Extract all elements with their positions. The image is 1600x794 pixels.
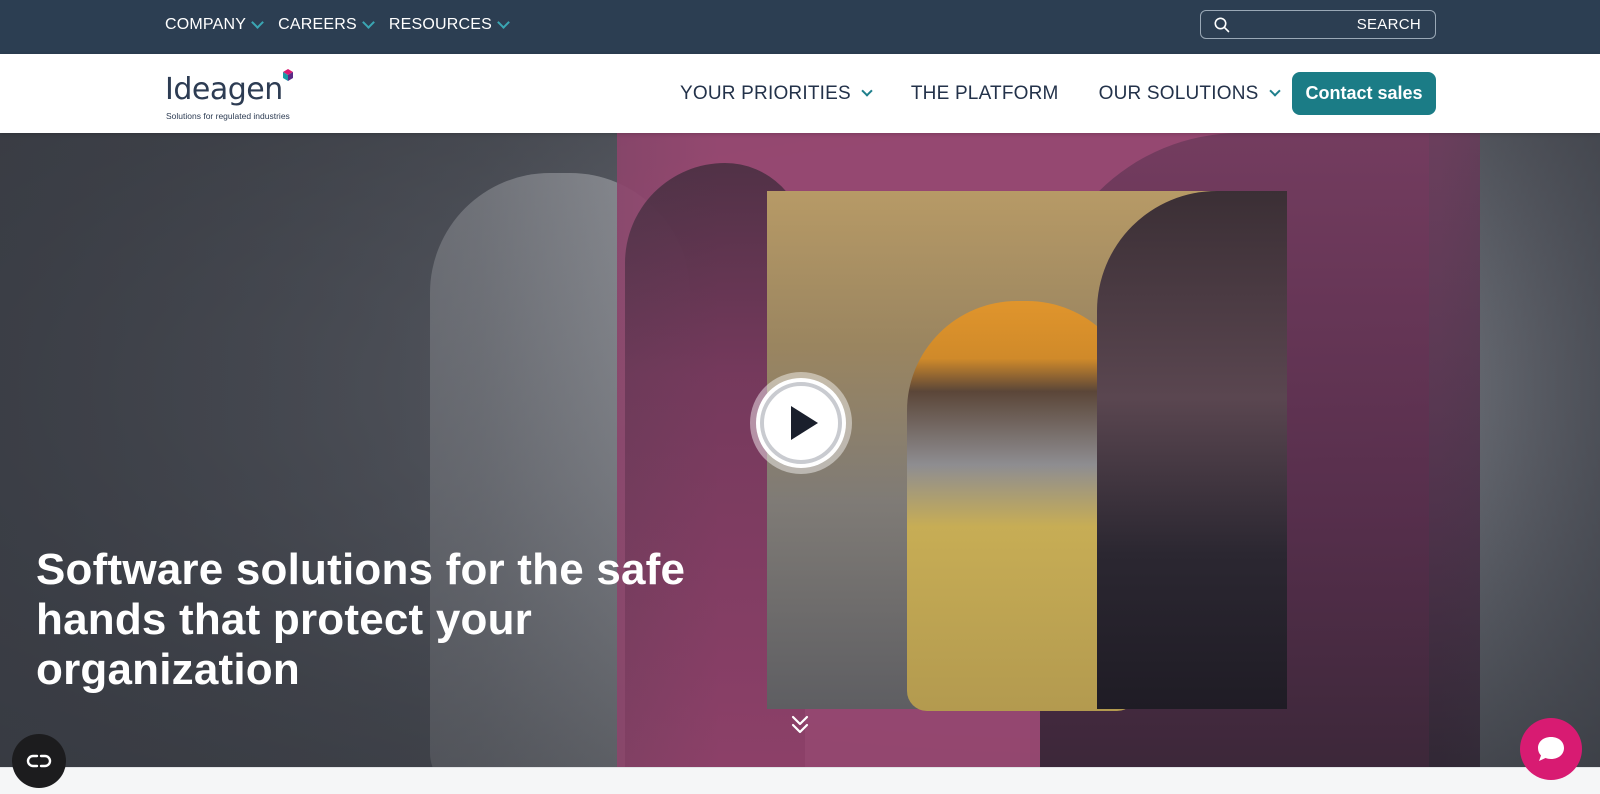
nav-item-label: YOUR PRIORITIES (680, 82, 851, 104)
topbar-nav: COMPANY CAREERS RESOURCES (165, 0, 510, 50)
nav-item-label: OUR SOLUTIONS (1098, 82, 1259, 104)
nav-item-your-priorities[interactable]: YOUR PRIORITIES (680, 82, 873, 105)
hero-title: Software solutions for the safe hands th… (36, 545, 686, 694)
play-icon (760, 382, 842, 464)
topbar-item-careers[interactable]: CAREERS (278, 16, 375, 34)
next-section-edge (0, 767, 1600, 794)
topbar-item-resources[interactable]: RESOURCES (388, 16, 510, 34)
logo-tagline: Solutions for regulated industries (166, 111, 290, 121)
ideagen-logo[interactable]: Ideagen Solutions for regulated industri… (165, 66, 305, 122)
search-label: SEARCH (1356, 16, 1421, 33)
accessibility-button[interactable] (12, 734, 66, 788)
topbar-item-label: CAREERS (278, 16, 357, 33)
nav-item-the-platform[interactable]: THE PLATFORM (911, 83, 1059, 105)
video-play-button[interactable] (756, 378, 846, 468)
main-nav: Ideagen Solutions for regulated industri… (0, 54, 1600, 133)
topbar-item-label: RESOURCES (388, 16, 493, 33)
nav-item-label: THE PLATFORM (910, 82, 1059, 104)
chat-bubble-icon (1538, 737, 1564, 761)
chevron-down-icon (1268, 85, 1281, 97)
chat-button[interactable] (1520, 718, 1582, 780)
contact-sales-button[interactable]: Contact sales (1292, 72, 1436, 115)
nav-item-our-solutions[interactable]: OUR SOLUTIONS (1098, 82, 1281, 105)
topbar-item-label: COMPANY (165, 16, 247, 33)
hero-section: Software solutions for the safe hands th… (0, 133, 1600, 767)
accessibility-icon (26, 754, 52, 768)
top-utility-bar: COMPANY CAREERS RESOURCES SEARCH (0, 0, 1600, 54)
chevron-down-icon (251, 16, 264, 29)
double-chevron-down-icon[interactable] (790, 713, 810, 737)
chevron-down-icon (362, 16, 375, 29)
logo-wordmark: Ideagen (165, 72, 283, 107)
topbar-item-company[interactable]: COMPANY (165, 16, 264, 34)
primary-nav: YOUR PRIORITIES THE PLATFORM OUR SOLUTIO… (680, 54, 1281, 133)
search-input[interactable]: SEARCH (1200, 10, 1436, 39)
chevron-down-icon (861, 85, 873, 97)
search-icon (1214, 17, 1230, 32)
chevron-down-icon (497, 16, 510, 29)
